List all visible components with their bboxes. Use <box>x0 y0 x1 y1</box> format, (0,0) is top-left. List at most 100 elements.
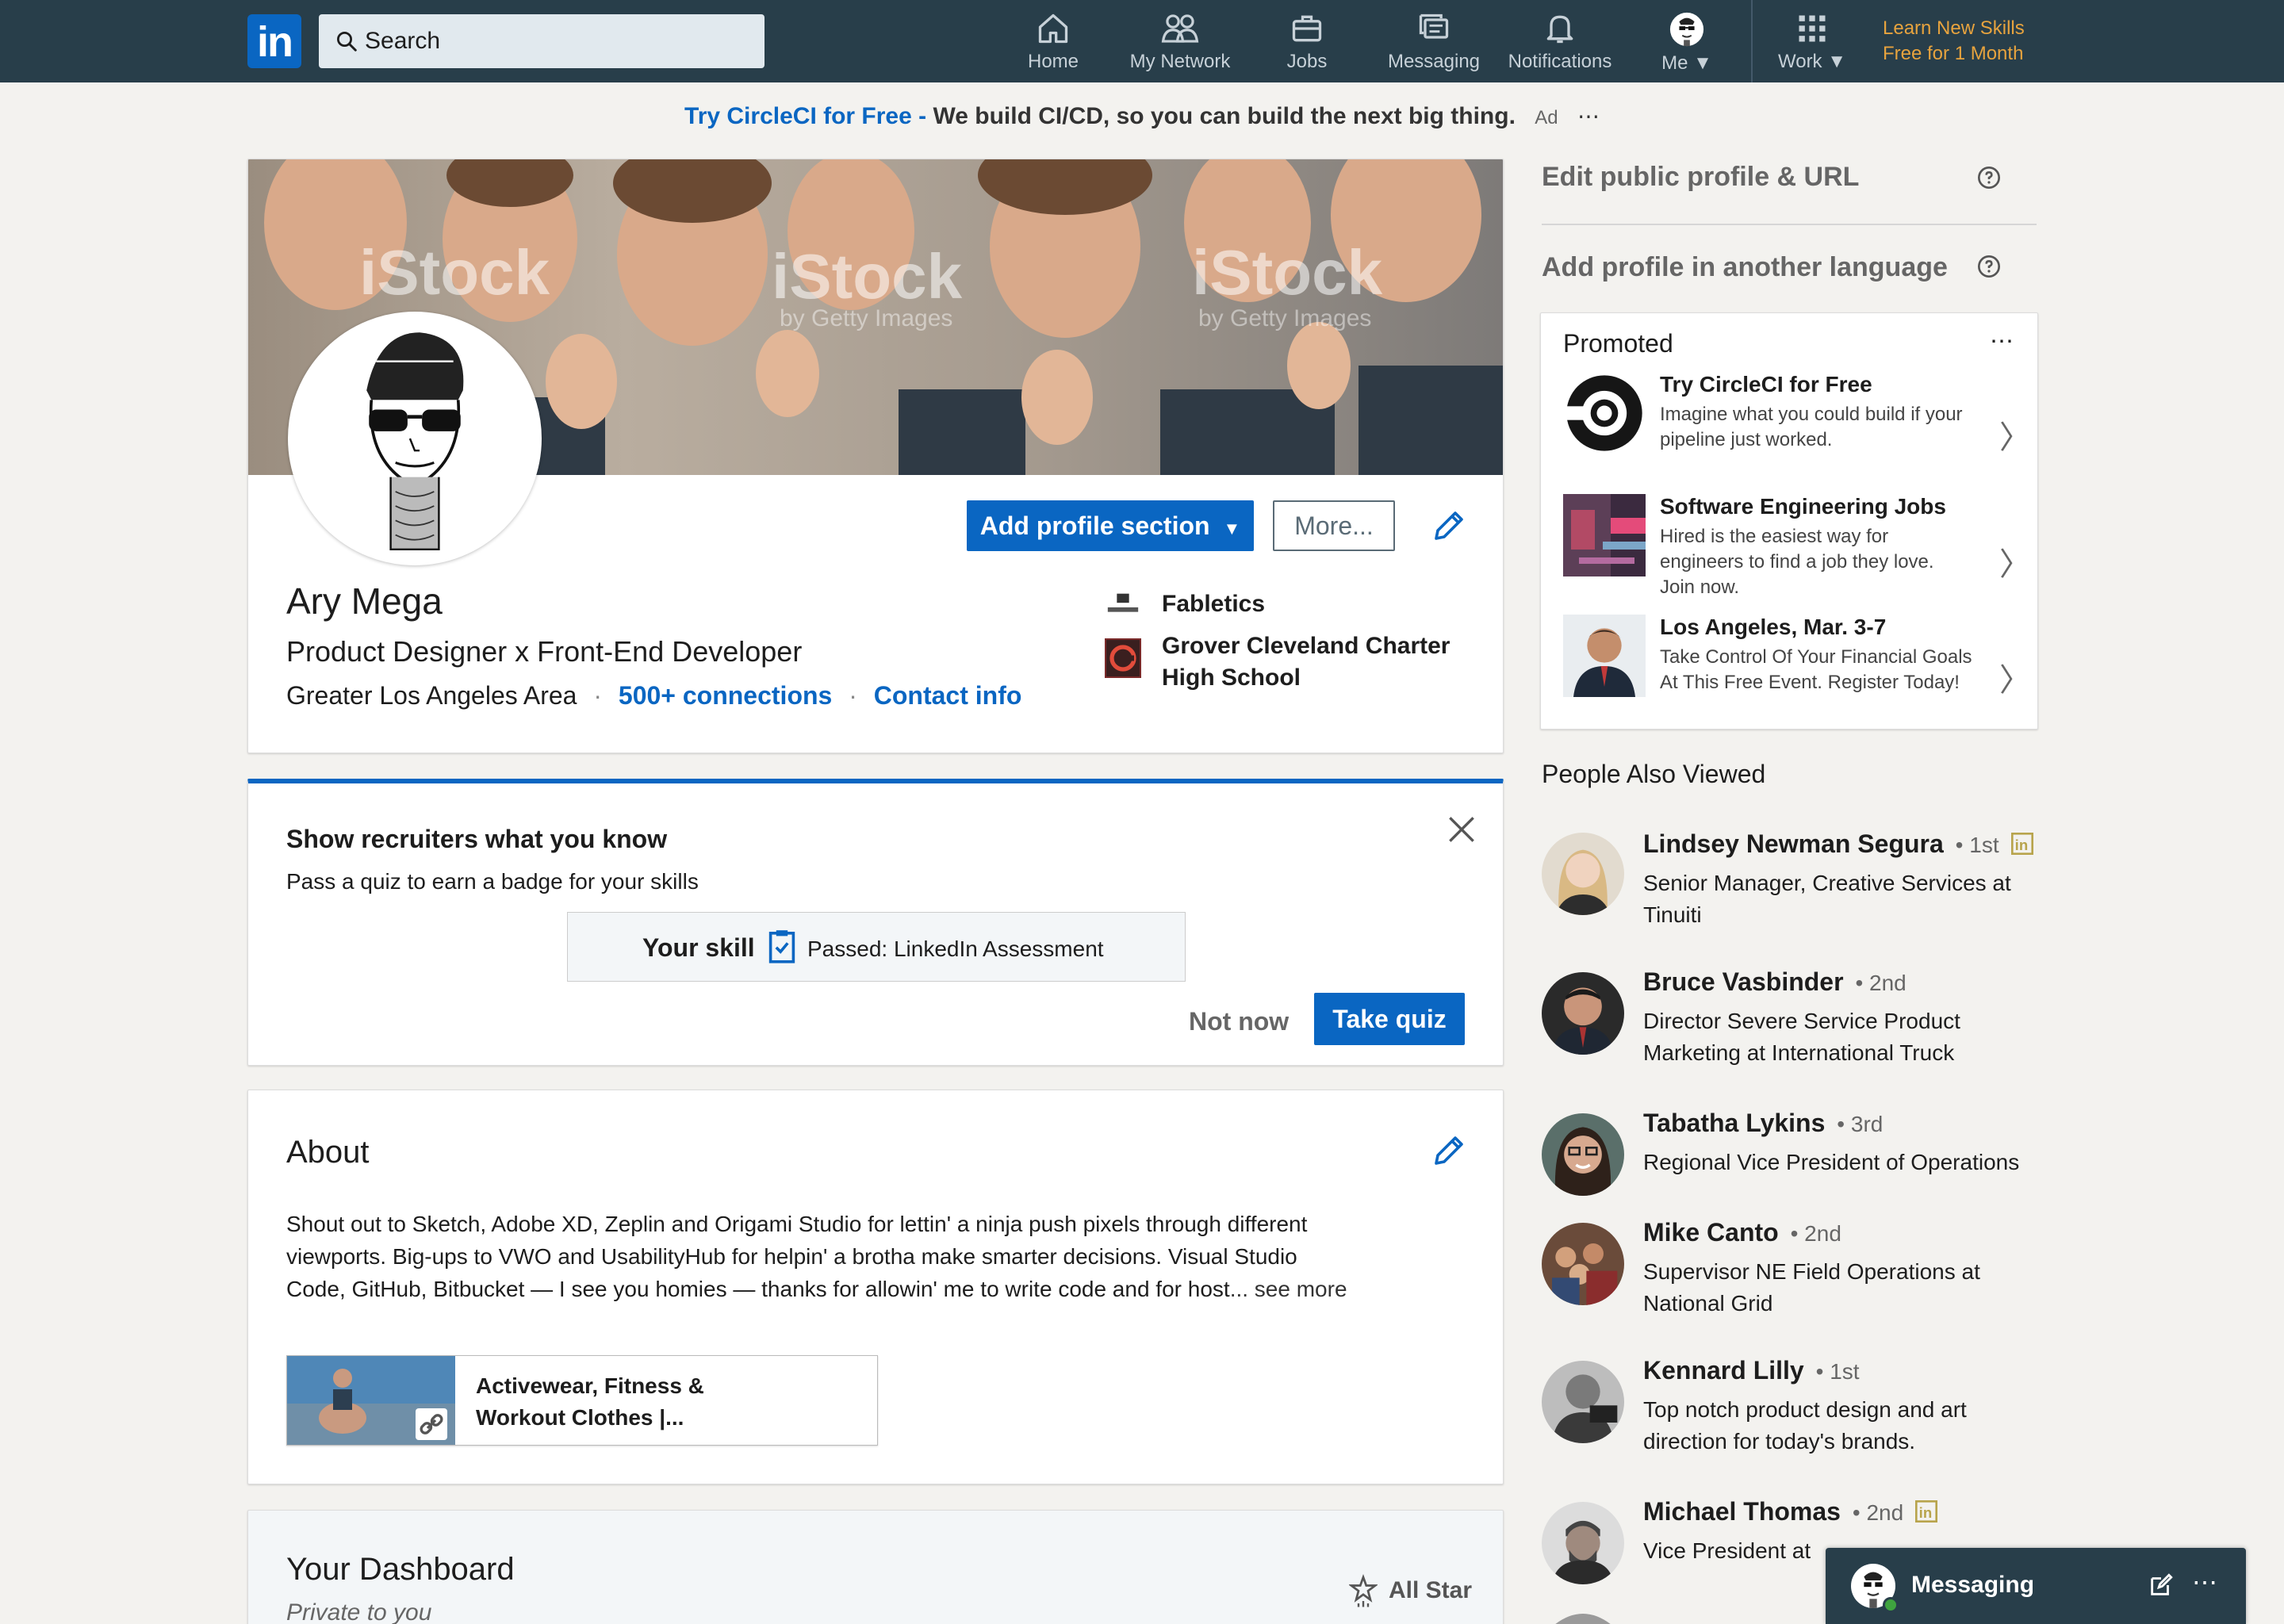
svg-text:in: in <box>1919 1504 1933 1521</box>
search-icon <box>337 32 357 52</box>
premium-badge-icon: in <box>2010 832 2033 856</box>
banner-credit-2: by Getty Images <box>1198 305 1371 331</box>
promoted-item[interactable]: Software Engineering Jobs Hired is the e… <box>1541 494 2039 605</box>
people-list-item[interactable]: Mike Canto • 2nd Supervisor NE Field Ope… <box>1542 1218 2049 1321</box>
link-icon <box>416 1408 447 1440</box>
nav-messaging[interactable]: Messaging <box>1382 11 1486 78</box>
recruiters-title: Show recruiters what you know <box>286 825 668 853</box>
not-now-button[interactable]: Not now <box>1189 1007 1289 1036</box>
your-skill-label: Your skill <box>642 933 755 962</box>
school-name[interactable]: Grover Cleveland Charter High School <box>1162 630 1450 694</box>
nav-messaging-label: Messaging <box>1387 51 1481 72</box>
ad-link[interactable]: Try CircleCI for Free - <box>684 103 933 129</box>
media-title: Activewear, Fitness & Workout Clothes |.… <box>476 1373 704 1430</box>
profile-card: iStock iStock iStock by Getty Images by … <box>247 159 1504 753</box>
star-icon <box>1349 1574 1378 1607</box>
nav-me-label: Me ▼ <box>1661 52 1712 74</box>
profile-name: Ary Mega <box>286 580 443 622</box>
connections-link[interactable]: 500+ connections <box>619 681 832 710</box>
connection-degree: 3rd <box>1850 1112 1884 1136</box>
search-box[interactable] <box>319 14 765 68</box>
take-quiz-button[interactable]: Take quiz <box>1314 993 1465 1045</box>
passed-assessment-text: Passed: LinkedIn Assessment <box>807 936 1104 961</box>
person-headline: Supervisor NE Field Operations at Nation… <box>1643 1259 1980 1316</box>
promoted-item-desc: Hired is the easiest way for engineers t… <box>1660 526 1934 598</box>
top-nav-bar: in Home My Network Jobs Messaging Notifi… <box>0 0 2284 82</box>
connection-degree: 2nd <box>1804 1221 1841 1246</box>
degree-separator: • <box>1955 833 1964 857</box>
people-list-item[interactable]: Kennard Lilly • 1st Top notch product de… <box>1542 1356 2049 1459</box>
person-avatar <box>1542 972 1624 1055</box>
recruiters-subtitle: Pass a quiz to earn a badge for your ski… <box>286 869 699 894</box>
connection-degree: 2nd <box>1866 1500 1904 1525</box>
dashboard-subtitle: Private to you <box>286 1599 432 1624</box>
current-company[interactable]: Fabletics <box>1162 591 1265 618</box>
edit-public-profile-link[interactable]: Edit public profile & URL <box>1542 162 1859 193</box>
banner-watermark-3: iStock <box>1192 237 1383 308</box>
messaging-dock[interactable]: Messaging ⋯ <box>1826 1548 2246 1624</box>
briefcase-icon <box>1292 15 1322 42</box>
person-headline: Director Severe Service Product Marketin… <box>1643 1009 1960 1065</box>
skill-quiz-card: Show recruiters what you know Pass a qui… <box>247 779 1504 1066</box>
see-more-link[interactable]: ... see more <box>1230 1277 1347 1301</box>
edit-pencil-icon[interactable] <box>1430 1132 1468 1170</box>
nav-me[interactable]: Me ▼ <box>1651 11 1723 78</box>
person-avatar <box>1542 1223 1624 1305</box>
help-icon[interactable] <box>1976 165 2002 190</box>
nav-home[interactable]: Home <box>1021 11 1085 78</box>
profile-headline: Product Designer x Front-End Developer <box>286 635 803 668</box>
person-avatar <box>1542 1502 1624 1584</box>
promoted-item-desc: Imagine what you could build if your pip… <box>1660 404 1963 450</box>
person-name-row: Kennard Lilly • 1st <box>1643 1356 1860 1385</box>
compose-message-icon[interactable] <box>2148 1572 2175 1599</box>
nav-divider <box>1751 0 1753 82</box>
person-name: Bruce Vasbinder <box>1643 967 1844 996</box>
promoted-more-icon[interactable]: ⋯ <box>1990 327 2014 355</box>
promoted-item-title: Try CircleCI for Free <box>1660 372 1872 396</box>
financial-event-image <box>1563 615 1646 697</box>
help-icon[interactable] <box>1976 254 2002 279</box>
nav-jobs[interactable]: Jobs <box>1275 11 1339 78</box>
all-star-level: All Star <box>1389 1577 1473 1603</box>
people-list-item[interactable]: Bruce Vasbinder • 2nd Director Severe Se… <box>1542 967 2049 1071</box>
ad-more-icon[interactable]: ⋯ <box>1577 104 1600 128</box>
nav-work[interactable]: Work ▼ <box>1769 11 1856 78</box>
nav-notifications[interactable]: Notifications <box>1500 11 1619 78</box>
bell-icon <box>1546 15 1573 44</box>
learn-line-1: Learn New Skills <box>1883 17 2025 39</box>
degree-separator: • <box>1852 1500 1861 1525</box>
ad-text[interactable]: We build CI/CD, so you can build the nex… <box>933 103 1515 129</box>
edit-pencil-icon[interactable] <box>1430 507 1468 545</box>
nav-jobs-label: Jobs <box>1286 51 1328 72</box>
contact-info-link[interactable]: Contact info <box>874 681 1022 710</box>
grid-icon <box>1799 15 1826 42</box>
person-name-row: Lindsey Newman Segura • 1st in <box>1643 829 2033 859</box>
people-list-item[interactable]: Lindsey Newman Segura • 1st in Senior Ma… <box>1542 829 2049 933</box>
add-language-profile-link[interactable]: Add profile in another language <box>1542 252 1948 283</box>
messaging-more-icon[interactable]: ⋯ <box>2192 1567 2217 1597</box>
network-icon <box>1161 14 1199 43</box>
meta-separator: · <box>849 681 857 710</box>
linkedin-logo[interactable]: in <box>247 14 301 68</box>
promoted-item[interactable]: Los Angeles, Mar. 3-7 Take Control Of Yo… <box>1541 615 2039 726</box>
learn-skills-promo[interactable]: Learn New Skills Free for 1 Month <box>1883 16 2025 67</box>
person-avatar <box>1542 1361 1624 1443</box>
profile-location: Greater Los Angeles Area <box>286 681 577 710</box>
close-icon[interactable] <box>1444 812 1479 847</box>
dashboard-title: Your Dashboard <box>286 1552 515 1587</box>
profile-avatar[interactable] <box>288 312 542 565</box>
skill-preview-box: Your skill Passed: LinkedIn Assessment <box>567 912 1186 982</box>
add-profile-section-button[interactable]: Add profile section ▼ <box>967 500 1254 551</box>
more-button[interactable]: More... <box>1273 500 1395 551</box>
people-list-item[interactable]: Tabatha Lykins • 3rd Regional Vice Presi… <box>1542 1109 2049 1196</box>
about-text: Shout out to Sketch, Adobe XD, Zeplin an… <box>286 1212 1347 1301</box>
clipboard-check-icon <box>768 930 795 963</box>
chevron-right-icon: 〉 <box>1999 547 2031 582</box>
nav-my-network[interactable]: My Network <box>1121 11 1239 78</box>
degree-separator: • <box>1790 1221 1799 1246</box>
search-input[interactable] <box>365 14 753 68</box>
top-ad-line: Try CircleCI for Free - We build CI/CD, … <box>0 103 2284 130</box>
about-card: About Shout out to Sketch, Adobe XD, Zep… <box>247 1090 1504 1484</box>
about-media-link[interactable]: Activewear, Fitness & Workout Clothes |.… <box>286 1355 878 1446</box>
promoted-item[interactable]: Try CircleCI for Free Imagine what you c… <box>1541 372 2039 483</box>
